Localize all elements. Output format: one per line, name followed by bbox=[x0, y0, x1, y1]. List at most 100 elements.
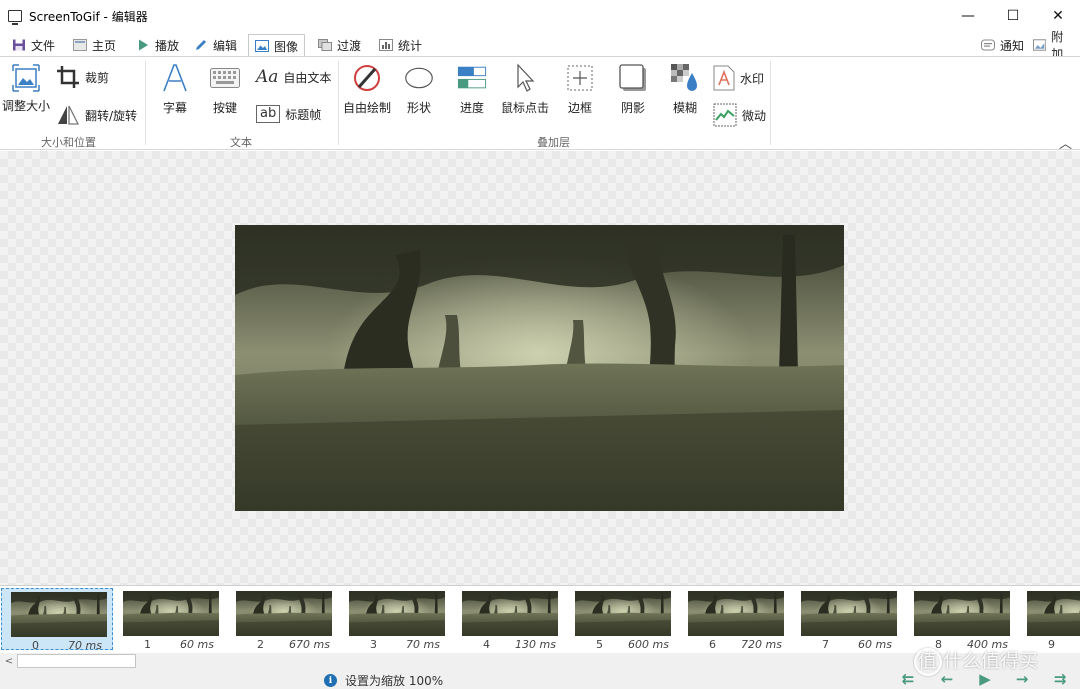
crop-icon bbox=[57, 66, 79, 88]
free-text-button[interactable]: Aa 自由文本 bbox=[256, 67, 331, 87]
frame-thumbnail bbox=[236, 591, 332, 636]
info-icon: i bbox=[324, 674, 337, 687]
notifications-label: 通知 bbox=[1000, 38, 1025, 53]
first-frame-button[interactable]: ⇇ bbox=[897, 670, 919, 688]
tab-transitions-label: 过渡 bbox=[337, 38, 362, 53]
frame-thumbnail bbox=[914, 591, 1010, 636]
title-frame-icon: ab bbox=[256, 105, 281, 123]
tab-edit[interactable]: 编辑 bbox=[188, 34, 243, 56]
scroll-left-button[interactable]: < bbox=[2, 654, 16, 668]
frame-delay: 720 ms bbox=[741, 638, 782, 651]
last-frame-button[interactable]: ⇉ bbox=[1049, 670, 1071, 688]
frame-delay: 130 ms bbox=[515, 638, 556, 651]
tab-file-label: 文件 bbox=[31, 38, 56, 53]
watermark-button[interactable]: 水印 bbox=[713, 65, 764, 91]
shadow-button[interactable]: 阴影 bbox=[618, 63, 648, 116]
cinemagraph-label: 微动 bbox=[742, 108, 767, 123]
scrollbar-thumb[interactable] bbox=[17, 654, 136, 668]
cinemagraph-button[interactable]: 微动 bbox=[713, 103, 766, 127]
caption-button[interactable]: 字幕 bbox=[160, 63, 190, 116]
tab-image-label: 图像 bbox=[274, 39, 299, 54]
blur-icon bbox=[670, 63, 700, 93]
frame-index: 5 bbox=[596, 638, 603, 651]
maximize-button[interactable]: ☐ bbox=[990, 0, 1036, 32]
tab-file[interactable]: 文件 bbox=[6, 34, 61, 56]
frame-item[interactable]: 9 bbox=[1018, 588, 1080, 651]
tab-playback[interactable]: 播放 bbox=[130, 34, 185, 56]
title-frame-button[interactable]: ab 标题帧 bbox=[256, 105, 321, 123]
transition-icon bbox=[318, 39, 332, 51]
tab-home[interactable]: 主页 bbox=[67, 34, 122, 56]
pencil-icon bbox=[196, 40, 206, 50]
resize-button[interactable]: 调整大小 bbox=[2, 63, 50, 114]
mouse-clicks-button[interactable]: 鼠标点击 bbox=[501, 63, 549, 116]
frame-index: 4 bbox=[483, 638, 490, 651]
cursor-icon bbox=[510, 63, 540, 93]
notification-icon bbox=[981, 39, 995, 51]
tab-transitions[interactable]: 过渡 bbox=[312, 34, 367, 56]
status-text: 设置为缩放 100% bbox=[345, 674, 444, 688]
caption-label: 字幕 bbox=[162, 101, 187, 115]
crop-button[interactable]: 裁剪 bbox=[56, 65, 109, 89]
frame-index: 1 bbox=[144, 638, 151, 651]
key-strokes-button[interactable]: 按键 bbox=[210, 63, 240, 116]
notifications-button[interactable]: 通知 bbox=[975, 34, 1030, 56]
frame-item[interactable]: 7 60 ms bbox=[792, 588, 904, 651]
resize-icon bbox=[11, 63, 41, 93]
progress-label: 进度 bbox=[459, 101, 484, 115]
watermark-icon bbox=[713, 65, 735, 91]
obfuscate-label: 模糊 bbox=[672, 101, 697, 115]
flip-rotate-button[interactable]: 翻转/旋转 bbox=[56, 103, 137, 127]
frame-item[interactable]: 5 600 ms bbox=[566, 588, 678, 651]
free-drawing-button[interactable]: 自由绘制 bbox=[343, 63, 391, 116]
frame-item[interactable]: 8 400 ms bbox=[905, 588, 1017, 651]
group-divider bbox=[770, 61, 771, 145]
frame-delay: 670 ms bbox=[289, 638, 330, 651]
frame-delay: 60 ms bbox=[180, 638, 214, 651]
free-drawing-icon bbox=[352, 63, 382, 93]
frame-delay: 70 ms bbox=[406, 638, 440, 651]
frame-thumbnail bbox=[801, 591, 897, 636]
frame-item[interactable]: 0 70 ms bbox=[1, 588, 113, 652]
tab-image[interactable]: 图像 bbox=[248, 34, 306, 57]
frame-index: 2 bbox=[257, 638, 264, 651]
caption-icon bbox=[160, 63, 190, 93]
image-icon bbox=[255, 40, 269, 52]
title-frame-label: 标题帧 bbox=[285, 107, 322, 122]
app-monitor-icon bbox=[8, 10, 22, 25]
frame-list[interactable]: 0 70 ms 1 60 ms 2 670 ms 3 70 ms 4 130 m… bbox=[0, 585, 1080, 653]
shadow-icon bbox=[618, 63, 648, 93]
tab-statistics[interactable]: 统计 bbox=[373, 34, 428, 56]
extras-button[interactable]: 附加 bbox=[1027, 30, 1080, 61]
flip-rotate-label: 翻转/旋转 bbox=[85, 108, 138, 123]
group-divider bbox=[338, 61, 339, 145]
progress-button[interactable]: 进度 bbox=[457, 63, 487, 116]
frame-thumbnail bbox=[349, 591, 445, 636]
frame-thumbnail bbox=[1027, 591, 1080, 636]
save-icon bbox=[13, 39, 25, 51]
minimize-button[interactable]: — bbox=[945, 0, 991, 32]
tab-home-label: 主页 bbox=[92, 38, 117, 53]
free-text-icon: Aa bbox=[256, 67, 279, 87]
border-button[interactable]: 边框 bbox=[565, 63, 595, 116]
free-text-label: 自由文本 bbox=[283, 70, 332, 85]
frame-item[interactable]: 2 670 ms bbox=[227, 588, 339, 651]
editor-canvas[interactable] bbox=[0, 151, 1080, 585]
collapse-ribbon-button[interactable]: ︿ bbox=[1059, 133, 1072, 152]
attachment-icon bbox=[1033, 39, 1047, 51]
site-watermark: 值 什么值得买 bbox=[918, 650, 1039, 672]
frame-item[interactable]: 3 70 ms bbox=[340, 588, 452, 651]
frame-index: 3 bbox=[370, 638, 377, 651]
obfuscate-button[interactable]: 模糊 bbox=[670, 63, 700, 116]
shapes-button[interactable]: 形状 bbox=[404, 63, 434, 116]
frame-item[interactable]: 1 60 ms bbox=[114, 588, 226, 651]
frame-item[interactable]: 4 130 ms bbox=[453, 588, 565, 651]
crop-label: 裁剪 bbox=[85, 70, 110, 85]
frame-delay: 60 ms bbox=[858, 638, 892, 651]
title-bar: ScreenToGif - 编辑器 bbox=[0, 0, 1080, 32]
cinemagraph-icon bbox=[713, 103, 737, 127]
tab-playback-label: 播放 bbox=[155, 38, 180, 53]
frame-index: 0 bbox=[32, 639, 39, 652]
border-label: 边框 bbox=[567, 101, 592, 115]
frame-item[interactable]: 6 720 ms bbox=[679, 588, 791, 651]
